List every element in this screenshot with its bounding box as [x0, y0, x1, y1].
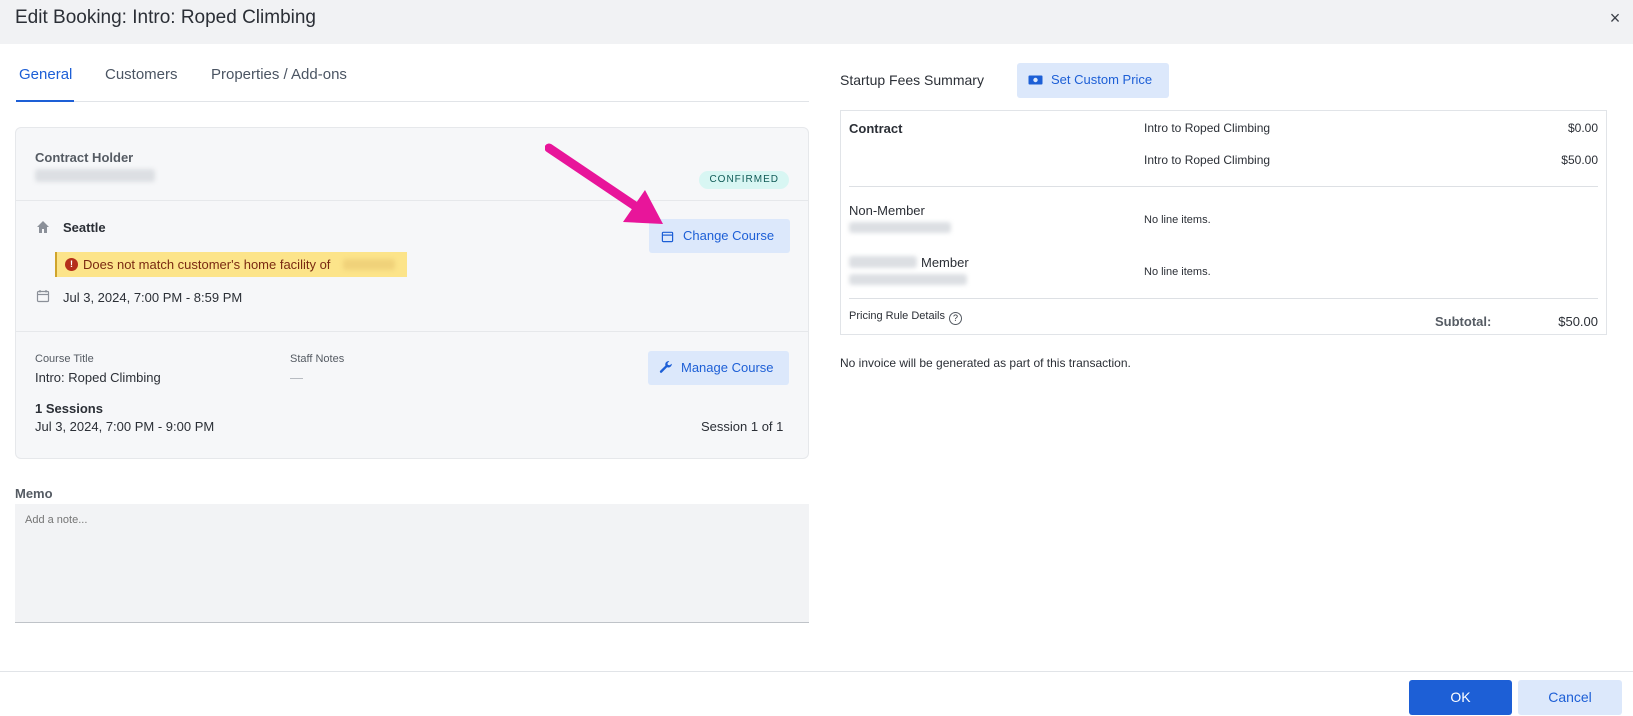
course-title-value: Intro: Roped Climbing	[35, 370, 161, 385]
card-divider	[16, 200, 808, 201]
help-icon[interactable]: ?	[948, 312, 962, 325]
tab-properties-addons[interactable]: Properties / Add-ons	[211, 66, 347, 83]
dialog-title: Edit Booking: Intro: Roped Climbing	[15, 7, 316, 28]
tab-general[interactable]: General	[19, 66, 72, 83]
member-name-redacted	[849, 274, 967, 285]
dialog-footer	[0, 671, 1633, 716]
tab-customers[interactable]: Customers	[105, 66, 178, 83]
contract-item-name: Intro to Roped Climbing	[1144, 153, 1271, 167]
sessions-count: 1 Sessions	[35, 401, 103, 416]
pricing-rule-label: Pricing Rule Details	[849, 310, 945, 322]
wrench-icon	[659, 351, 673, 385]
home-facility-redacted	[343, 259, 395, 270]
dialog-header: Edit Booking: Intro: Roped Climbing ×	[0, 0, 1633, 44]
summary-divider	[849, 298, 1598, 299]
contract-label: Contract	[849, 121, 903, 136]
calendar-icon	[661, 220, 674, 254]
non-member-name-redacted	[849, 222, 951, 233]
contract-item-amount: $0.00	[1567, 121, 1598, 135]
set-custom-price-label: Set Custom Price	[1051, 72, 1153, 87]
member-label: Member	[921, 255, 969, 270]
contract-holder-label: Contract Holder	[35, 150, 134, 165]
session-position: Session 1 of 1	[701, 419, 784, 434]
summary-title: Startup Fees Summary	[840, 72, 984, 88]
memo-field[interactable]	[15, 504, 809, 623]
non-member-label: Non-Member	[849, 203, 925, 218]
alert-icon: !	[65, 258, 78, 271]
fees-summary-table: Contract Intro to Roped Climbing $0.00 I…	[840, 110, 1607, 335]
memo-label: Memo	[15, 486, 53, 501]
invoice-note: No invoice will be generated as part of …	[840, 356, 1131, 370]
booking-datetime: Jul 3, 2024, 7:00 PM - 8:59 PM	[63, 290, 243, 305]
manage-course-button[interactable]: Manage Course	[648, 351, 789, 385]
facility-warning-text: Does not match customer's home facility …	[83, 257, 331, 272]
facility-name: Seattle	[63, 220, 106, 235]
set-custom-price-button[interactable]: Set Custom Price	[1017, 63, 1169, 98]
change-course-button[interactable]: Change Course	[649, 219, 790, 253]
close-icon[interactable]: ×	[1605, 8, 1625, 28]
staff-notes-label: Staff Notes	[290, 353, 345, 365]
facility-warning: ! Does not match customer's home facilit…	[55, 252, 407, 277]
calendar-icon	[35, 289, 51, 305]
course-title-label: Course Title	[35, 353, 94, 365]
cancel-button[interactable]: Cancel	[1518, 680, 1622, 715]
change-course-label: Change Course	[683, 228, 775, 243]
contract-item-amount: $50.00	[1561, 153, 1598, 167]
tab-bar: General Customers Properties / Add-ons	[16, 56, 809, 102]
subtotal-amount: $50.00	[1558, 314, 1598, 329]
non-member-items: No line items.	[1144, 214, 1211, 226]
subtotal-label: Subtotal:	[1435, 314, 1492, 329]
status-badge: CONFIRMED	[699, 171, 789, 189]
pricing-rule-details[interactable]: Pricing Rule Details?	[849, 310, 962, 325]
member-items: No line items.	[1144, 266, 1211, 278]
summary-divider	[849, 186, 1598, 187]
session-datetime: Jul 3, 2024, 7:00 PM - 9:00 PM	[35, 419, 215, 434]
money-icon	[1028, 64, 1043, 98]
active-tab-indicator	[16, 100, 74, 102]
booking-details-card: Contract Holder CONFIRMED Seattle ! Does…	[15, 127, 809, 459]
contract-item-name: Intro to Roped Climbing	[1144, 121, 1271, 135]
card-divider	[16, 331, 808, 332]
ok-button[interactable]: OK	[1409, 680, 1512, 715]
contract-holder-name-redacted	[35, 169, 155, 182]
manage-course-label: Manage Course	[681, 360, 774, 375]
staff-notes-value: —	[290, 370, 303, 385]
home-icon	[35, 220, 51, 236]
member-type-redacted	[849, 256, 917, 268]
